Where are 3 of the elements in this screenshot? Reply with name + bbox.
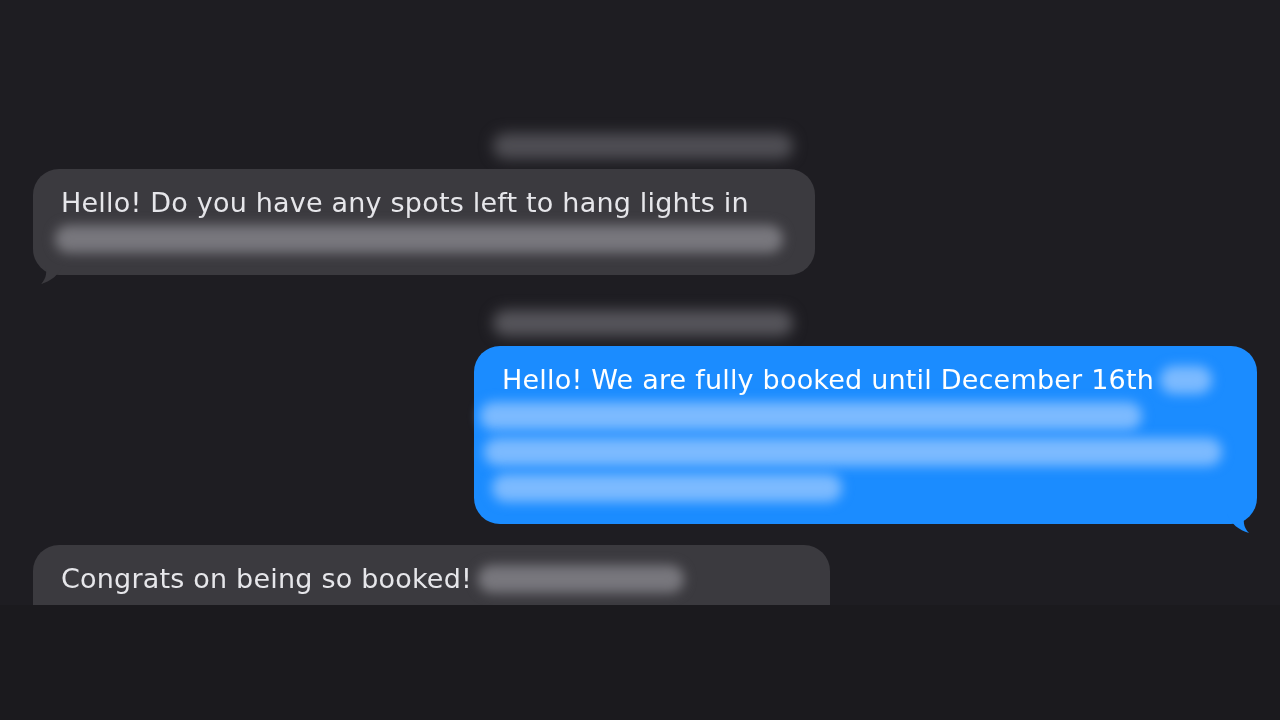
message-text: Hello! Do you have any spots left to hang lights in	[61, 186, 749, 220]
message-text: Hello! We are fully booked until December 16th	[502, 363, 1154, 397]
message-text: Congrats on being so booked!	[61, 562, 472, 596]
